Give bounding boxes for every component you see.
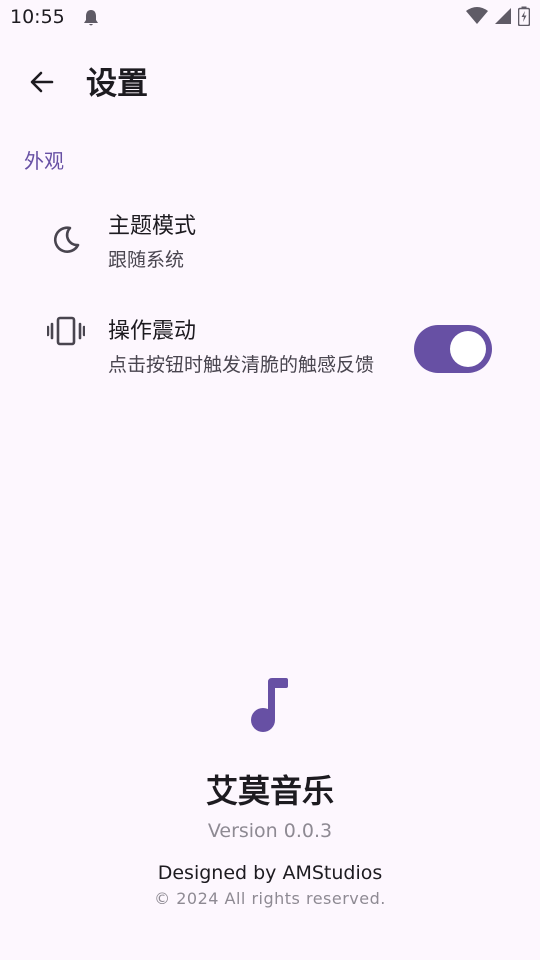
status-icons bbox=[466, 6, 531, 30]
top-app-bar: 设置 bbox=[0, 56, 540, 112]
setting-theme-mode[interactable]: 主题模式 跟随系统 bbox=[0, 200, 540, 290]
setting-title: 操作震动 bbox=[108, 319, 197, 344]
setting-subtitle: 跟随系统 bbox=[108, 249, 185, 271]
designed-by-text: Designed by AMStudios bbox=[157, 862, 383, 884]
copyright-text: © 2024 All rights reserved. bbox=[154, 889, 386, 908]
vibration-icon bbox=[46, 311, 86, 351]
notification-bell-icon bbox=[81, 8, 101, 28]
music-note-icon bbox=[246, 676, 294, 736]
setting-subtitle: 点击按钮时触发清脆的触感反馈 bbox=[108, 354, 375, 376]
battery-charging-icon bbox=[517, 6, 531, 30]
settings-screen: 10:55 设置 外观 主题模式 跟随系统 操作震动 点击按钮时触发清脆的触感反… bbox=[0, 0, 540, 960]
app-version: Version 0.0.3 bbox=[207, 820, 333, 842]
status-bar: 10:55 bbox=[0, 0, 540, 36]
signal-icon bbox=[494, 7, 512, 29]
wifi-icon bbox=[466, 7, 488, 29]
toggle-thumb bbox=[450, 331, 486, 367]
setting-title: 主题模式 bbox=[108, 214, 197, 239]
page-title: 设置 bbox=[86, 66, 148, 102]
haptic-toggle-switch[interactable] bbox=[414, 325, 492, 373]
section-header-appearance: 外观 bbox=[24, 149, 64, 173]
moon-icon bbox=[46, 220, 86, 260]
back-button[interactable] bbox=[22, 64, 62, 104]
status-time: 10:55 bbox=[10, 6, 65, 28]
arrow-back-icon bbox=[29, 69, 55, 99]
app-name: 艾莫音乐 bbox=[205, 772, 334, 810]
